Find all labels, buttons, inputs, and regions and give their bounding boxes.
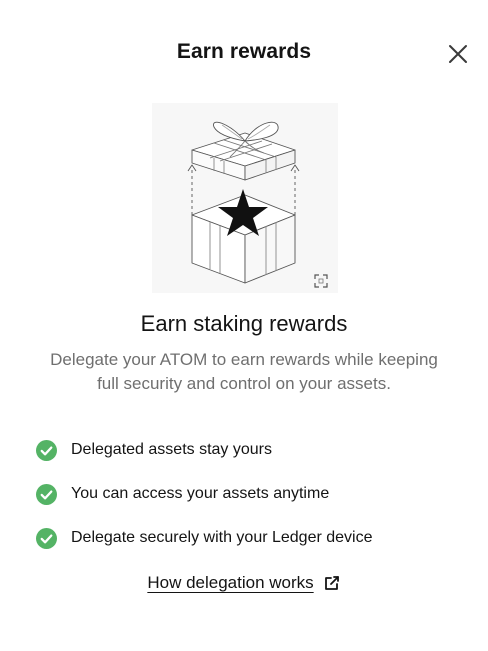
how-delegation-works-link[interactable]: How delegation works bbox=[147, 573, 313, 593]
external-link-icon[interactable] bbox=[323, 574, 341, 592]
benefit-item: Delegate securely with your Ledger devic… bbox=[36, 516, 373, 560]
gift-box-illustration bbox=[152, 103, 338, 293]
modal-title: Earn rewards bbox=[176, 40, 312, 63]
check-circle-icon bbox=[36, 439, 57, 461]
benefits-list: Delegated assets stay yours You can acce… bbox=[36, 428, 373, 560]
benefit-text: Delegate securely with your Ledger devic… bbox=[71, 529, 373, 546]
benefit-text: You can access your assets anytime bbox=[71, 485, 330, 502]
benefit-item: Delegated assets stay yours bbox=[36, 428, 373, 472]
staking-title: Earn staking rewards bbox=[140, 311, 348, 336]
close-icon bbox=[449, 45, 467, 63]
check-circle-icon bbox=[36, 483, 57, 505]
earn-rewards-modal: Earn rewards Earn staking rewards Delega… bbox=[0, 0, 488, 651]
staking-description: Delegate your ATOM to earn rewards while… bbox=[50, 350, 438, 393]
check-circle-icon bbox=[36, 527, 57, 549]
expand-button[interactable] bbox=[313, 273, 329, 289]
benefit-text: Delegated assets stay yours bbox=[71, 441, 272, 458]
close-button[interactable] bbox=[444, 40, 472, 68]
expand-icon bbox=[314, 274, 328, 288]
gift-box-star-illustration bbox=[187, 121, 300, 284]
benefit-item: You can access your assets anytime bbox=[36, 472, 373, 516]
delegation-link-row: How delegation works bbox=[0, 573, 488, 593]
